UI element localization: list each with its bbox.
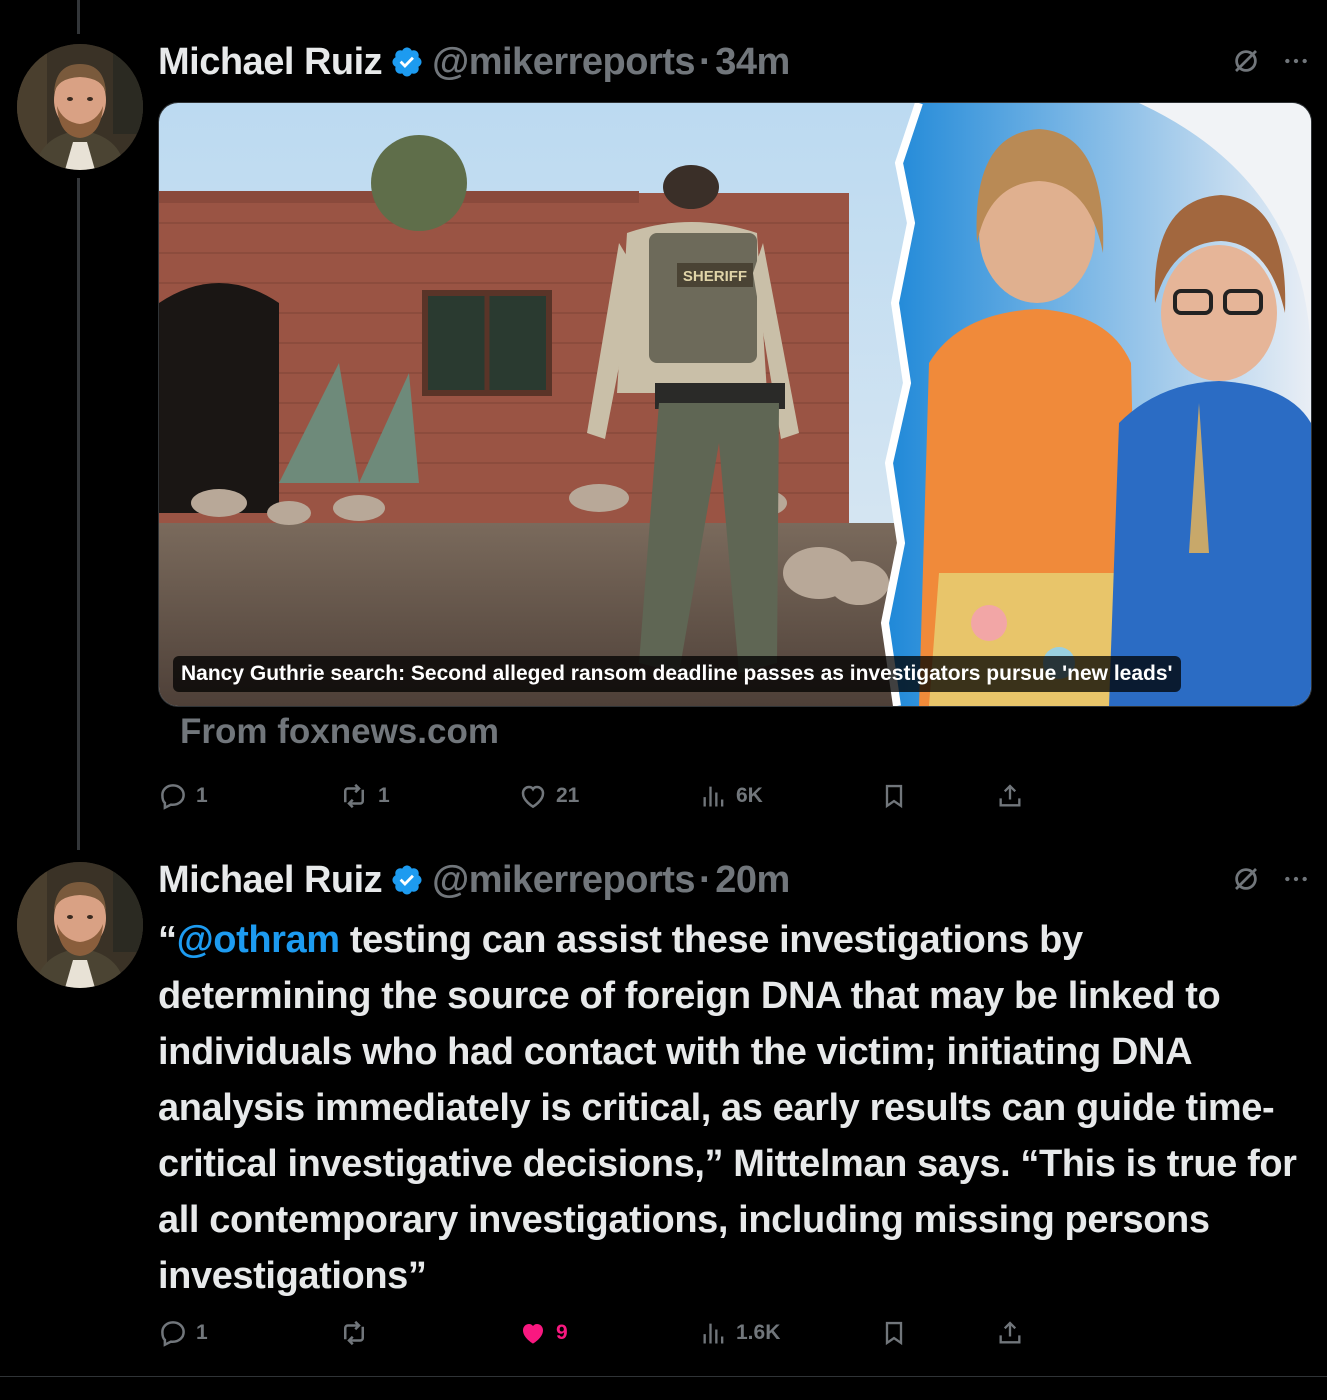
link-card-title: Nancy Guthrie search: Second alleged ran… — [173, 656, 1181, 692]
thread-line — [77, 178, 80, 850]
repost-button[interactable]: 1 — [338, 781, 390, 811]
timestamp[interactable]: 34m — [715, 41, 790, 84]
avatar[interactable] — [17, 44, 143, 170]
mention-link[interactable]: @othram — [177, 919, 340, 961]
avatar[interactable] — [17, 862, 143, 988]
tweet-header: Michael Ruiz @mikerreports · 34m — [158, 37, 790, 87]
tweet-corner-actions — [1231, 46, 1309, 81]
repost-icon — [338, 1318, 370, 1348]
tweet-text: “@othram testing can assist these invest… — [158, 912, 1298, 1304]
more-icon[interactable] — [1283, 48, 1309, 79]
author-name[interactable]: Michael Ruiz — [158, 859, 383, 902]
separator-dot: · — [699, 40, 712, 83]
reply-count: 1 — [196, 1321, 208, 1344]
more-icon[interactable] — [1283, 866, 1309, 897]
grok-icon[interactable] — [1231, 46, 1261, 81]
vest-label: SHERIFF — [683, 268, 747, 285]
reply-icon — [158, 1318, 188, 1348]
timestamp[interactable]: 20m — [715, 859, 790, 902]
author-name[interactable]: Michael Ruiz — [158, 41, 383, 84]
bookmark-button[interactable] — [880, 781, 908, 811]
divider — [0, 1376, 1327, 1377]
reply-button[interactable]: 1 — [158, 1318, 208, 1348]
like-button[interactable]: 21 — [518, 781, 579, 811]
author-handle[interactable]: @mikerreports — [432, 859, 695, 902]
tweet-body: testing can assist these investigations … — [158, 919, 1297, 1297]
like-icon — [518, 1318, 548, 1348]
share-icon — [996, 1318, 1024, 1348]
repost-icon — [338, 781, 370, 811]
repost-count: 1 — [378, 784, 390, 807]
reply-count: 1 — [196, 784, 208, 807]
like-count: 9 — [556, 1321, 568, 1344]
views-icon — [700, 1318, 728, 1348]
reply-button[interactable]: 1 — [158, 781, 208, 811]
views-button[interactable]: 6K — [700, 781, 763, 811]
separator-dot: · — [699, 858, 712, 901]
bookmark-icon — [880, 1318, 908, 1348]
views-count: 6K — [736, 784, 763, 807]
repost-button[interactable] — [338, 1318, 378, 1348]
tweet-actions: 1 9 1.6K — [158, 1318, 1038, 1358]
views-button[interactable]: 1.6K — [700, 1318, 780, 1348]
grok-icon[interactable] — [1231, 864, 1261, 899]
link-source[interactable]: From foxnews.com — [180, 712, 499, 752]
tweet-header: Michael Ruiz @mikerreports · 20m — [158, 855, 790, 905]
verified-icon[interactable] — [390, 863, 424, 897]
thread-line-top — [77, 0, 80, 34]
share-icon — [996, 781, 1024, 811]
article-photo: SHERIFF — [159, 103, 1311, 706]
author-handle[interactable]: @mikerreports — [432, 41, 695, 84]
bookmark-button[interactable] — [880, 1318, 908, 1348]
tweet-corner-actions — [1231, 864, 1309, 899]
share-button[interactable] — [996, 781, 1024, 811]
link-card-image[interactable]: SHERIFF Nancy Guthrie search: Second all… — [158, 102, 1312, 707]
reply-icon — [158, 781, 188, 811]
views-count: 1.6K — [736, 1321, 781, 1344]
quote-open: “ — [158, 919, 177, 961]
tweet-actions: 1 1 21 6K — [158, 781, 1038, 821]
views-icon — [700, 781, 728, 811]
share-button[interactable] — [996, 1318, 1024, 1348]
like-count: 21 — [556, 784, 580, 807]
like-button[interactable]: 9 — [518, 1318, 568, 1348]
bookmark-icon — [880, 781, 908, 811]
like-icon — [518, 781, 548, 811]
verified-icon[interactable] — [390, 45, 424, 79]
